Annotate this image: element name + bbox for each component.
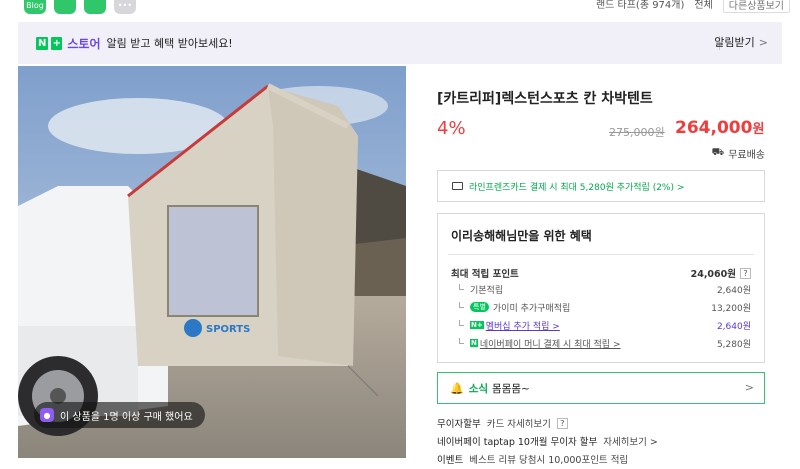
npay-link[interactable]: 네이버페이 머니 결제 시 최대 적립 > bbox=[480, 337, 621, 350]
purchase-count-badge: ● 이 상품을 1명 이상 구매 했어요 bbox=[34, 402, 205, 428]
sort-select[interactable]: 랜드 타프(총 974개) bbox=[596, 0, 684, 13]
benefit-row-membership[interactable]: N+ 멤버십 추가 적립 > 2,640원 bbox=[451, 318, 751, 332]
filter-select[interactable]: 전체 bbox=[694, 0, 712, 13]
benefit-row-value: 2,640원 bbox=[716, 321, 751, 332]
npay-tag: N bbox=[470, 339, 478, 347]
news-label: 소식 bbox=[468, 382, 489, 395]
taptap-row: 네이버페이 taptap 10개월 무이자 할부 자세히보기 > bbox=[437, 434, 658, 448]
cafe-icon[interactable] bbox=[54, 0, 76, 14]
bell-icon: 🔔 bbox=[450, 381, 464, 395]
chevron-right-icon: > bbox=[758, 35, 768, 49]
max-points-value: 24,060원 bbox=[690, 269, 736, 280]
tree-branch-icon bbox=[459, 338, 464, 344]
benefit-row-label: 기본적립 bbox=[470, 285, 504, 296]
shipping-info: ⛟ 무료배송 bbox=[712, 146, 765, 161]
plus-logo-icon: + bbox=[51, 36, 63, 50]
truck-icon: ⛟ bbox=[711, 147, 725, 158]
blog-icon-label: Blog bbox=[26, 1, 44, 10]
alert-subscribe-button[interactable]: 알림받기 > bbox=[714, 34, 768, 50]
special-tag: 특별 bbox=[470, 302, 489, 312]
top-strip: Blog ••• 랜드 타프(총 974개) 전체 다른상품보기 bbox=[0, 0, 800, 20]
chevron-right-icon: > bbox=[744, 381, 754, 394]
product-title: [카트리퍼]렉스턴스포츠 칸 차박텐트 bbox=[437, 91, 653, 107]
taptap-detail-link[interactable]: 자세히보기 > bbox=[603, 434, 658, 448]
n-logo-icon: N bbox=[36, 36, 49, 50]
card-detail-link[interactable]: 카드 자세히보기 bbox=[487, 416, 551, 430]
benefit-title: 이리송해해님만을 위한 혜택 bbox=[451, 229, 592, 243]
alert-subscribe-label: 알림받기 bbox=[714, 36, 755, 49]
membership-link[interactable]: 멤버십 추가 적립 > bbox=[486, 319, 560, 332]
sale-price-number: 264,000 bbox=[675, 118, 753, 138]
nplus-tag: N+ bbox=[470, 321, 484, 329]
max-points-row: 최대 적립 포인트 24,060원 ? bbox=[451, 266, 751, 280]
news-text: 몸몸몸~ bbox=[492, 382, 530, 395]
benefit-row-value: 13,200원 bbox=[711, 303, 751, 314]
benefit-row-npay[interactable]: N 네이버페이 머니 결제 시 최대 적립 > 5,280원 bbox=[451, 336, 751, 350]
discount-rate: 4% bbox=[437, 118, 466, 139]
benefit-row-value: 5,280원 bbox=[716, 339, 751, 350]
help-icon[interactable]: ? bbox=[556, 417, 568, 429]
card-promo-text: 라인프렌즈카드 결제 시 최대 5,280원 추가적립 (2%) > bbox=[469, 182, 685, 193]
top-right-controls: 랜드 타프(총 974개) 전체 다른상품보기 bbox=[596, 0, 790, 13]
tree-branch-icon bbox=[459, 302, 464, 308]
more-icon-label: ••• bbox=[117, 1, 133, 10]
bookmark-icon[interactable] bbox=[84, 0, 106, 14]
max-points-label: 최대 적립 포인트 bbox=[451, 269, 519, 280]
naver-store-logo: N + 스토어 bbox=[36, 35, 101, 52]
shopping-bag-icon: ● bbox=[40, 408, 54, 422]
benefit-row-label: 가이미 추가구매적립 bbox=[492, 303, 571, 314]
help-icon[interactable]: ? bbox=[740, 267, 751, 279]
benefit-panel: 이리송해해님만을 위한 혜택 최대 적립 포인트 24,060원 ? 기본적립 … bbox=[437, 213, 765, 363]
product-image[interactable]: SPORTS bbox=[18, 66, 406, 458]
original-price: 275,000원 bbox=[609, 126, 665, 139]
tree-branch-icon bbox=[459, 284, 464, 290]
sale-price-unit: 원 bbox=[752, 122, 765, 137]
store-alert-banner: N + 스토어 알림 받고 혜택 받아보세요! 알림받기 > bbox=[18, 22, 782, 64]
event-row: 이벤트 베스트 리뷰 당첨시 10,000포인트 적립 bbox=[437, 452, 628, 466]
svg-text:SPORTS: SPORTS bbox=[206, 324, 250, 335]
credit-card-icon bbox=[452, 182, 463, 190]
benefit-row-basic: 기본적립 2,640원 bbox=[451, 282, 751, 296]
blog-icon[interactable]: Blog bbox=[24, 0, 46, 14]
installment-label: 무이자할부 bbox=[437, 419, 481, 430]
tent-photo-illustration: SPORTS bbox=[18, 66, 406, 458]
shipping-label: 무료배송 bbox=[728, 150, 765, 161]
tree-branch-icon bbox=[459, 320, 464, 326]
benefit-divider bbox=[448, 254, 754, 255]
event-text: 베스트 리뷰 당첨시 10,000포인트 적립 bbox=[469, 455, 629, 466]
event-label: 이벤트 bbox=[437, 455, 464, 466]
benefit-row-special: 특별 가이미 추가구매적립 13,200원 bbox=[451, 300, 751, 314]
purchase-count-text: 이 상품을 1명 이상 구매 했어요 bbox=[60, 411, 193, 423]
card-promo-banner[interactable]: 라인프렌즈카드 결제 시 최대 5,280원 추가적립 (2%) > bbox=[437, 170, 765, 202]
benefit-row-value: 2,640원 bbox=[716, 285, 751, 296]
store-label: 스토어 bbox=[67, 36, 101, 51]
more-icon[interactable]: ••• bbox=[114, 0, 136, 14]
store-news-banner[interactable]: 🔔 소식 몸몸몸~ > bbox=[437, 372, 765, 404]
taptap-text: 네이버페이 taptap 10개월 무이자 할부 bbox=[437, 437, 598, 448]
more-products-button[interactable]: 다른상품보기 bbox=[722, 0, 790, 13]
installment-row: 무이자할부 카드 자세히보기 ? bbox=[437, 416, 568, 430]
sale-price: 264,000원 bbox=[675, 118, 764, 138]
banner-message: 알림 받고 혜택 받아보세요! bbox=[106, 37, 233, 50]
